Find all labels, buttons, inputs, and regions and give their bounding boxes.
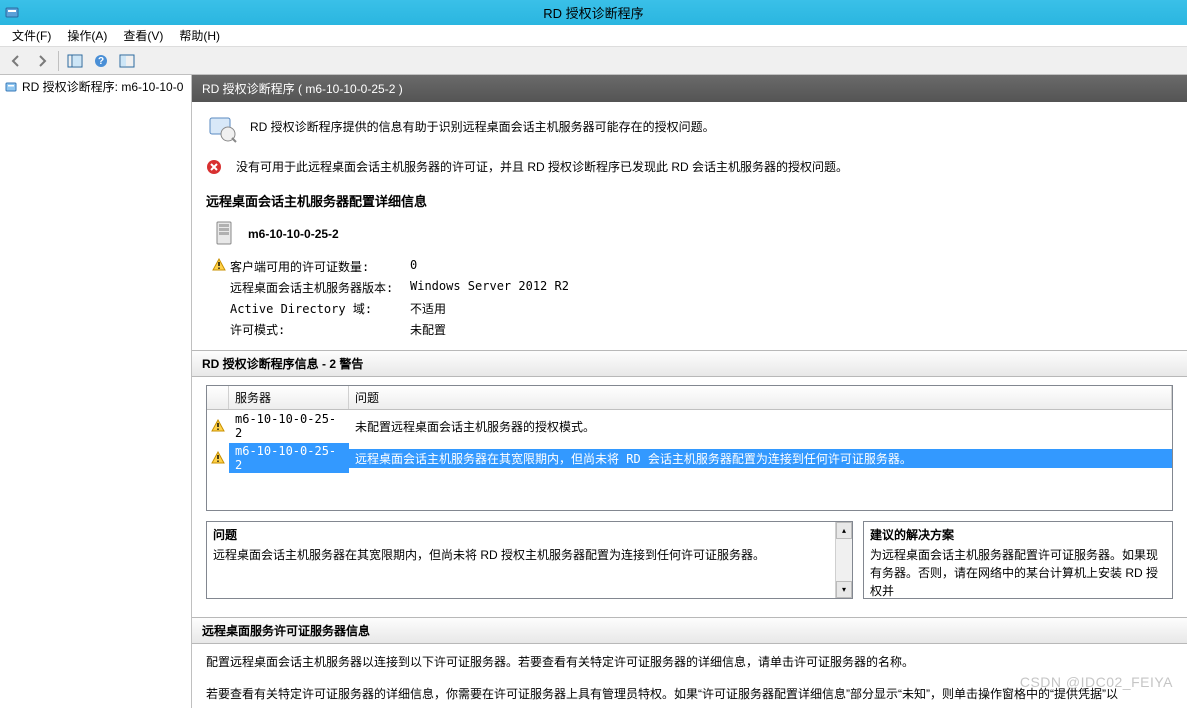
- warning-icon: [212, 258, 230, 275]
- content-header: RD 授权诊断程序 ( m6-10-10-0-25-2 ): [192, 75, 1187, 102]
- diagnostic-icon: [206, 112, 238, 144]
- server-block: m6-10-10-0-25-2: [192, 218, 1187, 256]
- svg-text:?: ?: [98, 56, 104, 67]
- config-value: Windows Server 2012 R2: [410, 279, 569, 296]
- diagnostics-grid: 服务器 问题 m6-10-10-0-25-2未配置远程桌面会话主机服务器的授权模…: [206, 385, 1173, 511]
- toolbar: ?: [0, 47, 1187, 75]
- warning-line: 没有可用于此远程桌面会话主机服务器的许可证，并且 RD 授权诊断程序已发现此 R…: [192, 154, 1187, 179]
- config-label: 远程桌面会话主机服务器版本:: [230, 279, 410, 296]
- diagnostics-section: RD 授权诊断程序信息 - 2 警告 服务器 问题 m6-10-10-0-25-…: [192, 350, 1187, 511]
- forward-button[interactable]: [30, 50, 54, 72]
- menu-action[interactable]: 操作(A): [59, 25, 115, 46]
- problem-text: 远程桌面会话主机服务器在其宽限期内，但尚未将 RD 授权主机服务器配置为连接到任…: [213, 546, 829, 563]
- license-line1: 配置远程桌面会话主机服务器以连接到以下许可证服务器。若要查看有关特定许可证服务器…: [206, 652, 1173, 674]
- diagnostics-title: RD 授权诊断程序信息 - 2 警告: [192, 350, 1187, 377]
- server-icon: [214, 220, 238, 248]
- solution-panel: 建议的解决方案 为远程桌面会话主机服务器配置许可证服务器。如果现有务器。否则，请…: [863, 521, 1173, 599]
- title-bar: RD 授权诊断程序: [0, 0, 1187, 25]
- solution-text: 为远程桌面会话主机服务器配置许可证服务器。如果现有务器。否则，请在网络中的某台计…: [870, 546, 1166, 598]
- detail-panels: 问题 远程桌面会话主机服务器在其宽限期内，但尚未将 RD 授权主机服务器配置为连…: [206, 521, 1173, 599]
- menu-view[interactable]: 查看(V): [115, 25, 171, 46]
- error-icon: [206, 159, 222, 175]
- app-icon: [4, 5, 20, 21]
- tree-node-root[interactable]: RD 授权诊断程序: m6-10-10-0: [2, 77, 189, 96]
- tree-node-label: RD 授权诊断程序: m6-10-10-0: [22, 78, 183, 95]
- server-name: m6-10-10-0-25-2: [248, 227, 339, 241]
- grid-header: 服务器 问题: [207, 386, 1172, 410]
- config-heading: 远程桌面会话主机服务器配置详细信息: [192, 179, 1187, 218]
- window-title: RD 授权诊断程序: [0, 3, 1187, 22]
- toolbar-separator: [58, 51, 59, 71]
- warning-text: 没有可用于此远程桌面会话主机服务器的许可证，并且 RD 授权诊断程序已发现此 R…: [236, 158, 848, 175]
- config-value: 0: [410, 258, 417, 275]
- scroll-up-icon[interactable]: ▴: [836, 522, 852, 539]
- tree-pane: RD 授权诊断程序: m6-10-10-0: [0, 75, 192, 708]
- cell-problem: 未配置远程桌面会话主机服务器的授权模式。: [349, 417, 1172, 436]
- license-section: 远程桌面服务许可证服务器信息 配置远程桌面会话主机服务器以连接到以下许可证服务器…: [192, 617, 1187, 708]
- config-value: 未配置: [410, 321, 446, 338]
- main-area: RD 授权诊断程序: m6-10-10-0 RD 授权诊断程序 ( m6-10-…: [0, 75, 1187, 708]
- cell-server: m6-10-10-0-25-2: [229, 411, 349, 441]
- config-label: 许可模式:: [230, 321, 410, 338]
- config-value: 不适用: [410, 300, 446, 317]
- warning-icon: [212, 321, 230, 338]
- problem-panel: 问题 远程桌面会话主机服务器在其宽限期内，但尚未将 RD 授权主机服务器配置为连…: [206, 521, 853, 599]
- tree-node-icon: [4, 80, 18, 94]
- refresh-button[interactable]: [115, 50, 139, 72]
- description-section: RD 授权诊断程序提供的信息有助于识别远程桌面会话主机服务器可能存在的授权问题。: [192, 102, 1187, 154]
- col-problem-header[interactable]: 问题: [349, 386, 1172, 409]
- problem-scrollbar[interactable]: ▴ ▾: [835, 522, 852, 598]
- menu-bar: 文件(F) 操作(A) 查看(V) 帮助(H): [0, 25, 1187, 47]
- solution-title: 建议的解决方案: [870, 526, 1166, 543]
- cell-problem: 远程桌面会话主机服务器在其宽限期内，但尚未将 RD 会话主机服务器配置为连接到任…: [349, 449, 1172, 468]
- menu-help[interactable]: 帮助(H): [171, 25, 228, 46]
- warning-icon: [212, 279, 230, 296]
- license-title: 远程桌面服务许可证服务器信息: [192, 617, 1187, 644]
- table-row[interactable]: m6-10-10-0-25-2未配置远程桌面会话主机服务器的授权模式。: [207, 410, 1172, 442]
- watermark: CSDN @IDC02_FEIYA: [1020, 674, 1173, 690]
- warning-icon: [207, 419, 229, 433]
- col-icon-header[interactable]: [207, 386, 229, 409]
- col-server-header[interactable]: 服务器: [229, 386, 349, 409]
- help-button[interactable]: ?: [89, 50, 113, 72]
- config-label: 客户端可用的许可证数量:: [230, 258, 410, 275]
- config-row: 许可模式:未配置: [192, 319, 1187, 340]
- warning-icon: [207, 451, 229, 465]
- scroll-down-icon[interactable]: ▾: [836, 581, 852, 598]
- problem-title: 问题: [213, 526, 829, 543]
- content-pane: RD 授权诊断程序 ( m6-10-10-0-25-2 ) RD 授权诊断程序提…: [192, 75, 1187, 708]
- table-row[interactable]: m6-10-10-0-25-2远程桌面会话主机服务器在其宽限期内，但尚未将 RD…: [207, 442, 1172, 474]
- view-list-button[interactable]: [63, 50, 87, 72]
- config-row: Active Directory 域:不适用: [192, 298, 1187, 319]
- warning-icon: [212, 300, 230, 317]
- config-row: 远程桌面会话主机服务器版本:Windows Server 2012 R2: [192, 277, 1187, 298]
- description-text: RD 授权诊断程序提供的信息有助于识别远程桌面会话主机服务器可能存在的授权问题。: [250, 112, 715, 135]
- menu-file[interactable]: 文件(F): [4, 25, 59, 46]
- cell-server: m6-10-10-0-25-2: [229, 443, 349, 473]
- config-label: Active Directory 域:: [230, 300, 410, 317]
- config-row: 客户端可用的许可证数量:0: [192, 256, 1187, 277]
- back-button[interactable]: [4, 50, 28, 72]
